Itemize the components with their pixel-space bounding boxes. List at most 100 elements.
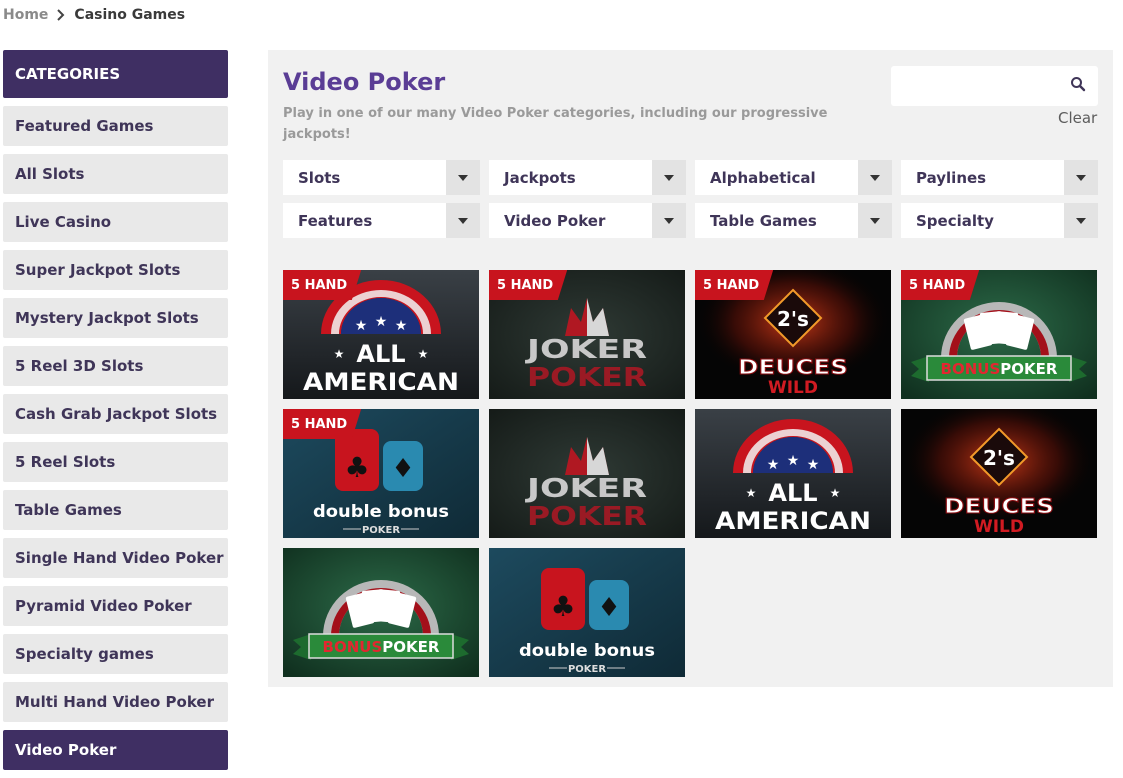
svg-text:♣: ♣ — [550, 590, 575, 623]
sidebar-item-featured-games[interactable]: Featured Games — [3, 106, 228, 146]
svg-text:★: ★ — [746, 486, 757, 500]
svg-text:★: ★ — [375, 314, 388, 330]
game-tile-bonus-poker[interactable]: BONUSPOKER — [283, 548, 479, 677]
categories-list: Featured Games All Slots Live Casino Super … — [3, 106, 228, 770]
game-title-line2: POKER — [527, 363, 647, 393]
breadcrumb: Home Casino Games — [3, 7, 185, 23]
caret-down-icon[interactable] — [858, 203, 892, 238]
filter-video-poker[interactable]: Video Poker — [489, 203, 686, 238]
game-title-line2: POKER — [382, 638, 440, 656]
filter-label: Slots — [298, 168, 341, 187]
svg-text:♦: ♦ — [597, 593, 620, 623]
sidebar-item-pyramid-video-poker[interactable]: Pyramid Video Poker — [3, 586, 228, 626]
game-tile-deuces-wild[interactable]: 2's DEUCES WILD 5 HAND — [695, 270, 891, 399]
filter-table-games[interactable]: Table Games — [695, 203, 892, 238]
caret-down-icon[interactable] — [446, 160, 480, 195]
search-input[interactable] — [899, 72, 1059, 100]
chevron-right-icon — [52, 7, 70, 23]
sidebar-item-multi-hand-video-poker[interactable]: Multi Hand Video Poker — [3, 682, 228, 722]
sidebar-item-5-reel-3d-slots[interactable]: 5 Reel 3D Slots — [3, 346, 228, 386]
game-title-line1: double bonus — [313, 502, 449, 522]
search-icon[interactable] — [1070, 76, 1086, 96]
caret-down-icon[interactable] — [652, 160, 686, 195]
game-tile-double-bonus[interactable]: ♣ ♦ double bonus POKER — [489, 548, 685, 677]
game-tile-double-bonus[interactable]: ♣ ♦ double bonus POKER 5 HAND — [283, 409, 479, 538]
caret-down-icon[interactable] — [652, 203, 686, 238]
breadcrumb-home-link[interactable]: Home — [3, 7, 48, 23]
game-tile-joker-poker[interactable]: JOKER POKER 5 HAND — [489, 270, 685, 399]
svg-text:BONUSPOKER: BONUSPOKER — [323, 638, 440, 656]
game-emblem: 2's — [983, 446, 1015, 470]
main-panel: Video Poker Play in one of our many Vide… — [268, 50, 1113, 687]
sidebar-item-super-jackpot-slots[interactable]: Super Jackpot Slots — [3, 250, 228, 290]
game-tile-all-american[interactable]: ★ ★ ★ ALL AMERICAN ★ ★ 5 HAND — [283, 270, 479, 399]
search-box — [891, 66, 1098, 106]
game-badge: 5 HAND — [901, 270, 980, 300]
game-title-line2: AMERICAN — [303, 368, 459, 396]
game-title-line2: WILD — [768, 378, 818, 398]
game-title-line1: DEUCES — [944, 494, 1054, 518]
filter-label: Alphabetical — [710, 168, 816, 187]
sidebar-item-all-slots[interactable]: All Slots — [3, 154, 228, 194]
game-title-line1: ALL — [356, 340, 405, 368]
caret-down-icon[interactable] — [858, 160, 892, 195]
filter-features[interactable]: Features — [283, 203, 480, 238]
game-title-line1: JOKER — [524, 474, 647, 504]
sidebar-item-mystery-jackpot-slots[interactable]: Mystery Jackpot Slots — [3, 298, 228, 338]
sidebar-item-cash-grab-jackpot-slots[interactable]: Cash Grab Jackpot Slots — [3, 394, 228, 434]
game-badge: 5 HAND — [695, 270, 774, 300]
game-tile-deuces-wild[interactable]: 2's DEUCES WILD — [901, 409, 1097, 538]
sidebar-item-table-games[interactable]: Table Games — [3, 490, 228, 530]
game-title-line1: JOKER — [524, 335, 647, 365]
svg-text:BONUSPOKER: BONUSPOKER — [941, 360, 1058, 378]
filter-specialty[interactable]: Specialty — [901, 203, 1098, 238]
sidebar-item-5-reel-slots[interactable]: 5 Reel Slots — [3, 442, 228, 482]
game-tile-bonus-poker[interactable]: BONUSPOKER 5 HAND — [901, 270, 1097, 399]
svg-text:★: ★ — [355, 318, 368, 334]
game-title-line2: AMERICAN — [715, 507, 871, 535]
svg-text:★: ★ — [767, 457, 780, 473]
svg-text:★: ★ — [395, 318, 408, 334]
filter-label: Specialty — [916, 211, 994, 230]
game-title-line2: POKER — [568, 664, 606, 675]
filter-slots[interactable]: Slots — [283, 160, 480, 195]
svg-text:★: ★ — [418, 347, 429, 361]
svg-text:★: ★ — [830, 486, 841, 500]
game-tile-joker-poker[interactable]: JOKER POKER — [489, 409, 685, 538]
filter-paylines[interactable]: Paylines — [901, 160, 1098, 195]
caret-down-icon[interactable] — [446, 203, 480, 238]
sidebar-item-live-casino[interactable]: Live Casino — [3, 202, 228, 242]
filter-label: Jackpots — [504, 168, 576, 187]
filter-label: Features — [298, 211, 373, 230]
breadcrumb-current: Casino Games — [74, 7, 186, 23]
categories-header: CATEGORIES — [3, 50, 228, 98]
filter-jackpots[interactable]: Jackpots — [489, 160, 686, 195]
filter-label: Table Games — [710, 211, 817, 230]
filter-alphabetical[interactable]: Alphabetical — [695, 160, 892, 195]
game-title-line2: POKER — [362, 525, 400, 536]
sidebar-item-single-hand-video-poker[interactable]: Single Hand Video Poker — [3, 538, 228, 578]
sidebar-item-video-poker[interactable]: Video Poker — [3, 730, 228, 770]
game-badge: 5 HAND — [283, 409, 362, 439]
games-grid: ★ ★ ★ ALL AMERICAN ★ ★ 5 HAND JOKER POKER 5 HAND 2'… — [283, 270, 1097, 677]
svg-text:★: ★ — [807, 457, 820, 473]
game-title-line2: POKER — [1000, 360, 1058, 378]
svg-text:♣: ♣ — [344, 451, 369, 484]
game-tile-all-american[interactable]: ★ ★ ★ ALL AMERICAN ★ ★ — [695, 409, 891, 538]
game-title-line2: WILD — [974, 517, 1024, 537]
game-badge: 5 HAND — [283, 270, 362, 300]
caret-down-icon[interactable] — [1064, 160, 1098, 195]
page-title: Video Poker — [283, 68, 446, 96]
page-subtitle: Play in one of our many Video Poker cate… — [283, 106, 828, 142]
categories-sidebar: CATEGORIES Featured Games All Slots Live C… — [3, 50, 228, 778]
game-title-line1: BONUS — [941, 360, 1001, 378]
caret-down-icon[interactable] — [1064, 203, 1098, 238]
sidebar-item-specialty-games[interactable]: Specialty games — [3, 634, 228, 674]
filter-dropdowns: Slots Jackpots Alphabetical Paylines Feature… — [283, 160, 1098, 238]
game-title-line2: POKER — [527, 502, 647, 532]
clear-link[interactable]: Clear — [1058, 109, 1097, 127]
game-emblem: 2's — [777, 307, 809, 331]
svg-text:★: ★ — [787, 453, 800, 469]
game-title-line1: DEUCES — [738, 355, 848, 379]
filter-label: Video Poker — [504, 211, 606, 230]
